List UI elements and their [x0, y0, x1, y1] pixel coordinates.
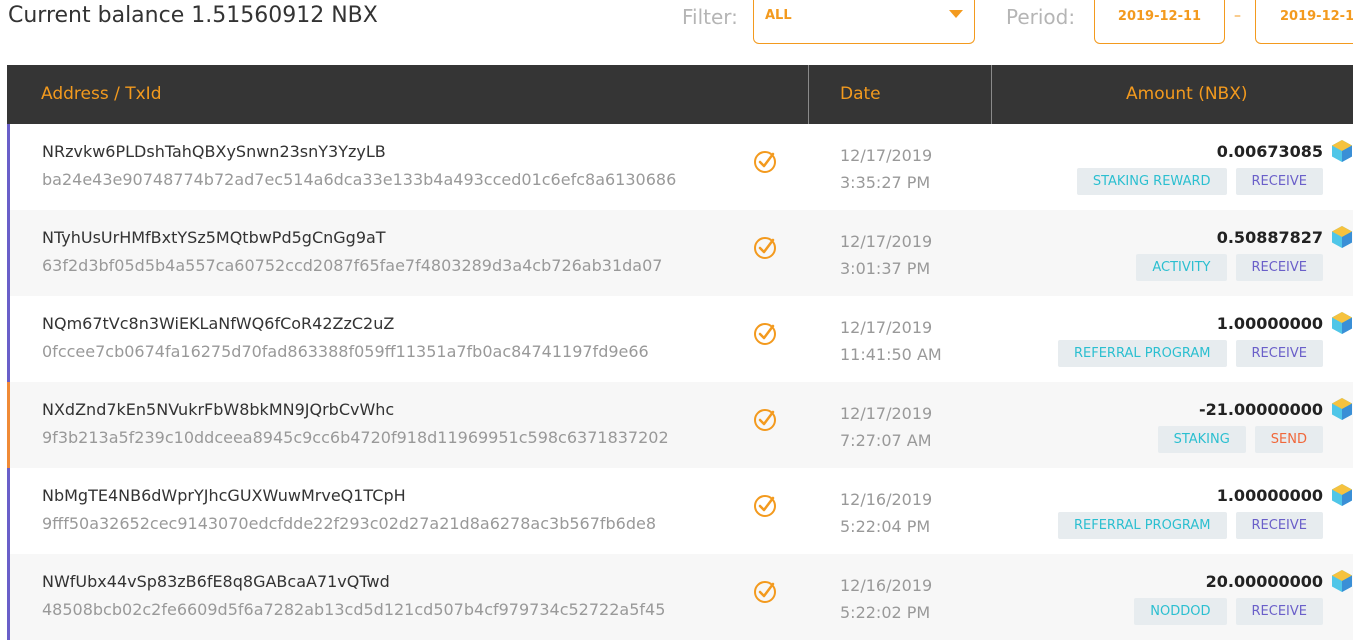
row-amount: 1.00000000: [1216, 486, 1323, 505]
category-badge: STAKING REWARD: [1076, 168, 1227, 195]
current-balance: Current balance 1.51560912 NBX: [8, 3, 378, 28]
row-tags: REFERRAL PROGRAM RECEIVE: [1057, 512, 1323, 539]
period-separator: –: [1234, 8, 1241, 24]
table-row[interactable]: NTyhUsUrHMfBxtYSz5MQtbwPd5gCnGg9aT 63f2d…: [7, 210, 1353, 296]
row-tags: NODDOD RECEIVE: [1134, 598, 1323, 625]
row-amount: 0.00673085: [1216, 142, 1323, 161]
nbx-coin-icon: [1332, 140, 1352, 162]
row-date: 12/17/2019 3:01:37 PM: [840, 232, 933, 278]
filter-select[interactable]: ALL: [753, 0, 975, 44]
column-header-amount[interactable]: Amount (NBX): [1126, 65, 1248, 124]
row-txid[interactable]: 9fff50a32652cec9143070edcfdde22f293c02d2…: [42, 514, 656, 533]
filter-label: Filter:: [682, 5, 738, 29]
row-address[interactable]: NbMgTE4NB6dWprYJhcGUXWuwMrveQ1TCpH: [42, 486, 406, 505]
row-tags: STAKING REWARD RECEIVE: [1076, 168, 1323, 195]
nbx-coin-icon: [1332, 312, 1352, 334]
direction-badge: RECEIVE: [1235, 254, 1323, 281]
check-circle-icon: [754, 237, 776, 259]
period-label: Period:: [1006, 5, 1076, 29]
direction-badge: RECEIVE: [1235, 340, 1323, 367]
check-circle-icon: [754, 323, 776, 345]
row-address[interactable]: NTyhUsUrHMfBxtYSz5MQtbwPd5gCnGg9aT: [42, 228, 386, 247]
nbx-coin-icon: [1332, 570, 1352, 592]
column-divider: [808, 65, 809, 124]
row-date: 12/17/2019 7:27:07 AM: [840, 404, 933, 450]
row-tags: STAKING SEND: [1157, 426, 1323, 453]
direction-badge: SEND: [1254, 426, 1323, 453]
table-row[interactable]: NXdZnd7kEn5NVukrFbW8bkMN9JQrbCvWhc 9f3b2…: [7, 382, 1353, 468]
chevron-down-icon: [949, 10, 963, 18]
nbx-coin-icon: [1332, 398, 1352, 420]
check-circle-icon: [754, 409, 776, 431]
check-circle-icon: [754, 151, 776, 173]
check-circle-icon: [754, 581, 776, 603]
balance-label: Current balance: [8, 3, 185, 28]
row-txid[interactable]: 48508bcb02c2fe6609d5f6a7282ab13cd5d121cd…: [42, 600, 665, 619]
row-txid[interactable]: 9f3b213a5f239c10ddceea8945c9cc6b4720f918…: [42, 428, 669, 447]
category-badge: STAKING: [1157, 426, 1246, 453]
filter-value: ALL: [765, 8, 792, 23]
row-date: 12/16/2019 5:22:04 PM: [840, 490, 933, 536]
row-txid[interactable]: ba24e43e90748774b72ad7ec514a6dca33e133b4…: [42, 170, 676, 189]
column-divider: [991, 65, 992, 124]
column-header-address[interactable]: Address / TxId: [41, 65, 162, 124]
period-to-input[interactable]: 2019-12-1: [1255, 0, 1353, 44]
row-amount: 0.50887827: [1216, 228, 1323, 247]
row-address[interactable]: NXdZnd7kEn5NVukrFbW8bkMN9JQrbCvWhc: [42, 400, 394, 419]
row-address[interactable]: NRzvkw6PLDshTahQBXySnwn23snY3YzyLB: [42, 142, 386, 161]
row-amount: 20.00000000: [1205, 572, 1323, 591]
transaction-list: NRzvkw6PLDshTahQBXySnwn23snY3YzyLB ba24e…: [7, 124, 1353, 640]
table-row[interactable]: NQm67tVc8n3WiEKLaNfWQ6fCoR42ZzC2uZ 0fcce…: [7, 296, 1353, 382]
table-row[interactable]: NRzvkw6PLDshTahQBXySnwn23snY3YzyLB ba24e…: [7, 124, 1353, 210]
row-txid[interactable]: 0fccee7cb0674fa16275d70fad863388f059ff11…: [42, 342, 649, 361]
row-tags: REFERRAL PROGRAM RECEIVE: [1057, 340, 1323, 367]
column-header-date[interactable]: Date: [840, 65, 881, 124]
table-header: Address / TxId Date Amount (NBX): [7, 65, 1353, 124]
row-amount: -21.00000000: [1198, 400, 1323, 419]
row-txid[interactable]: 63f2d3bf05d5b4a557ca60752ccd2087f65fae7f…: [42, 256, 662, 275]
direction-badge: RECEIVE: [1235, 512, 1323, 539]
table-row[interactable]: NbMgTE4NB6dWprYJhcGUXWuwMrveQ1TCpH 9fff5…: [7, 468, 1353, 554]
row-date: 12/17/2019 11:41:50 AM: [840, 318, 942, 364]
row-amount: 1.00000000: [1216, 314, 1323, 333]
row-tags: ACTIVITY RECEIVE: [1136, 254, 1323, 281]
row-address[interactable]: NWfUbx44vSp83zB6fE8q8GABcaA71vQTwd: [42, 572, 390, 591]
row-date: 12/16/2019 5:22:02 PM: [840, 576, 933, 622]
direction-badge: RECEIVE: [1235, 598, 1323, 625]
category-badge: ACTIVITY: [1136, 254, 1227, 281]
category-badge: REFERRAL PROGRAM: [1057, 512, 1227, 539]
nbx-coin-icon: [1332, 484, 1352, 506]
table-row[interactable]: NWfUbx44vSp83zB6fE8q8GABcaA71vQTwd 48508…: [7, 554, 1353, 640]
check-circle-icon: [754, 495, 776, 517]
direction-badge: RECEIVE: [1235, 168, 1323, 195]
balance-value: 1.51560912 NBX: [191, 3, 378, 28]
row-date: 12/17/2019 3:35:27 PM: [840, 146, 933, 192]
period-from-input[interactable]: 2019-12-11: [1094, 0, 1225, 44]
row-address[interactable]: NQm67tVc8n3WiEKLaNfWQ6fCoR42ZzC2uZ: [42, 314, 394, 333]
category-badge: NODDOD: [1134, 598, 1227, 625]
category-badge: REFERRAL PROGRAM: [1057, 340, 1227, 367]
nbx-coin-icon: [1332, 226, 1352, 248]
